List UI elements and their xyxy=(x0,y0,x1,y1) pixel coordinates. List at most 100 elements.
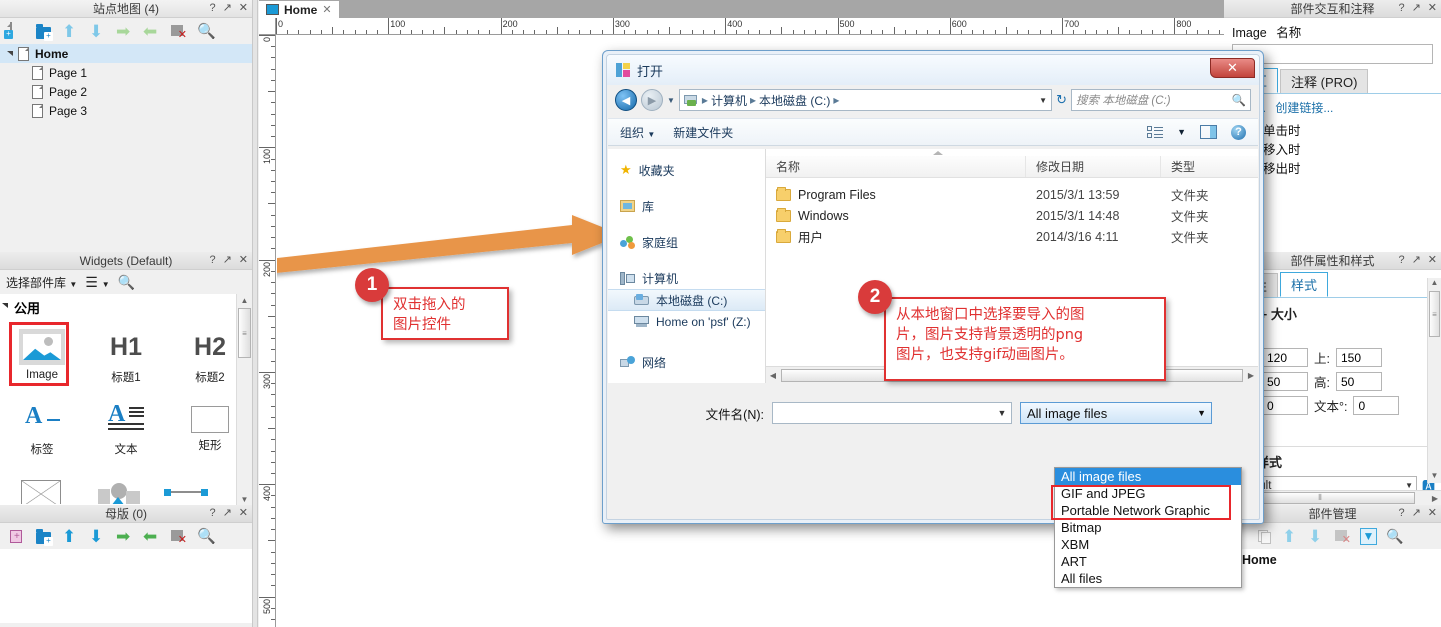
nav-home-on-psf-z[interactable]: Home on 'psf' (Z:) xyxy=(608,311,765,333)
breadcrumb-item-computer[interactable]: 计算机 xyxy=(711,92,747,109)
table-row[interactable]: Program Files 2015/3/1 13:59 文件夹 xyxy=(766,184,1258,205)
nav-library[interactable]: 库 xyxy=(608,195,765,217)
filename-input[interactable]: ▼ xyxy=(772,402,1012,424)
nav-homegroup[interactable]: 家庭组 xyxy=(608,231,765,253)
filetype-option-all-files[interactable]: All files xyxy=(1055,570,1241,587)
widget-item-label-widget[interactable]: A 标签 xyxy=(0,393,84,465)
scroll-down-icon[interactable]: ▼ xyxy=(237,493,252,505)
widget-item-h1[interactable]: H1 标题1 xyxy=(84,321,168,393)
indent-right-icon[interactable]: ➡ xyxy=(116,23,133,40)
widget-item-image[interactable]: Image xyxy=(0,321,84,393)
tree-item-page-2[interactable]: Page 2 xyxy=(0,82,252,101)
nav-local-disk-c[interactable]: 本地磁盘 (C:) xyxy=(608,289,765,311)
help-icon[interactable]: ? xyxy=(209,1,215,16)
column-header-type[interactable]: 类型 xyxy=(1161,156,1258,177)
field-width[interactable]: 50 xyxy=(1262,372,1308,391)
widget-manager-row[interactable]: Home xyxy=(1224,549,1441,567)
close-icon[interactable]: ✕ xyxy=(1428,506,1437,521)
delete-page-icon[interactable]: ✕ xyxy=(170,23,187,40)
breadcrumb-item-localdisk[interactable]: 本地磁盘 (C:) xyxy=(759,92,830,109)
event-onmouseleave[interactable]: 鼠标移出时 xyxy=(1238,160,1433,179)
filetype-option-bitmap[interactable]: Bitmap xyxy=(1055,519,1241,536)
filetype-option-all-image-files[interactable]: All image files xyxy=(1055,468,1241,485)
search-icon[interactable]: 🔍 xyxy=(118,274,135,291)
open-file-dialog[interactable]: 打开 ✕ ◀ ▶ ▼ ▸ 计算机 ▸ 本地磁盘 (C:) ▸ ▼ ↻ 搜索 本地… xyxy=(602,50,1264,524)
filter-icon[interactable]: ▼ xyxy=(1360,527,1377,545)
close-icon[interactable]: ✕ xyxy=(239,1,248,16)
close-icon[interactable]: ✕ xyxy=(1428,1,1437,16)
organize-button[interactable]: 组织 ▼ xyxy=(620,124,655,141)
move-down-icon[interactable]: ⬇ xyxy=(1308,528,1325,545)
tree-item-home[interactable]: Home xyxy=(0,44,252,63)
help-icon[interactable]: ? xyxy=(1398,1,1404,16)
nav-favorites[interactable]: ★ 收藏夹 xyxy=(608,159,765,181)
delete-master-icon[interactable]: ✕ xyxy=(170,528,187,545)
event-onmouseenter[interactable]: 鼠标移入时 xyxy=(1238,141,1433,160)
expand-icon[interactable]: ↗ xyxy=(1412,1,1421,16)
chevron-down-icon[interactable]: ▼ xyxy=(1197,408,1206,418)
field-left[interactable]: 120 xyxy=(1262,348,1308,367)
nav-back-button[interactable]: ◀ xyxy=(615,89,637,111)
dialog-titlebar[interactable]: 打开 ✕ xyxy=(607,55,1259,85)
move-down-icon[interactable]: ⬇ xyxy=(89,23,106,40)
expand-icon[interactable]: ↗ xyxy=(1412,506,1421,521)
field-rotate[interactable]: 0 xyxy=(1262,396,1308,415)
tab-style[interactable]: 样式 xyxy=(1280,272,1329,297)
search-icon[interactable]: 🔍 xyxy=(1386,528,1403,545)
add-folder-icon[interactable]: + xyxy=(35,23,53,41)
table-row[interactable]: Windows 2015/3/1 14:48 文件夹 xyxy=(766,205,1258,226)
expand-icon[interactable]: ↗ xyxy=(223,253,232,268)
placeholder-icon[interactable] xyxy=(21,480,61,504)
history-dropdown-icon[interactable]: ▼ xyxy=(667,96,675,105)
search-icon[interactable]: 🔍 xyxy=(1232,93,1246,107)
nav-forward-button[interactable]: ▶ xyxy=(641,89,663,111)
widgets-category-header[interactable]: 公用 xyxy=(0,294,252,321)
widgets-scrollbar[interactable]: ▲ ≡ ▼ xyxy=(236,294,252,505)
nav-network[interactable]: 网络 xyxy=(608,351,765,373)
preview-pane-icon[interactable] xyxy=(1200,125,1217,139)
help-icon[interactable]: ? xyxy=(209,506,215,521)
field-top[interactable]: 150 xyxy=(1335,348,1382,367)
view-list-icon[interactable] xyxy=(1147,125,1164,139)
refresh-icon[interactable]: ↻ xyxy=(1056,92,1067,108)
add-page-icon[interactable]: + xyxy=(4,21,25,40)
indent-left-icon[interactable]: ⬅ xyxy=(143,528,160,545)
help-icon[interactable]: ? xyxy=(1231,124,1246,140)
canvas-tab-home[interactable]: Home ✕ xyxy=(259,1,339,18)
scroll-right-icon[interactable]: ▶ xyxy=(1429,494,1441,503)
help-icon[interactable]: ? xyxy=(1398,253,1404,268)
column-header-modified[interactable]: 修改日期 xyxy=(1026,156,1161,177)
scroll-thumb[interactable]: ≡ xyxy=(238,308,251,358)
dialog-close-button[interactable]: ✕ xyxy=(1210,58,1255,78)
move-down-icon[interactable]: ⬇ xyxy=(89,528,106,545)
hamburger-icon[interactable]: ☰ ▼ xyxy=(85,274,109,291)
close-icon[interactable]: ✕ xyxy=(239,253,248,268)
expand-icon[interactable]: ↗ xyxy=(223,1,232,16)
create-link-link[interactable]: 创建链接... xyxy=(1275,101,1333,115)
column-header-name[interactable]: 名称 xyxy=(766,156,1026,177)
scroll-up-icon[interactable]: ▲ xyxy=(237,294,252,306)
expand-icon[interactable]: ↗ xyxy=(223,506,232,521)
close-icon[interactable]: ✕ xyxy=(239,506,248,521)
close-icon[interactable]: ✕ xyxy=(322,3,331,16)
field-text-rotate[interactable]: 0 xyxy=(1353,396,1400,415)
nav-computer[interactable]: 计算机 xyxy=(608,267,765,289)
tab-notes[interactable]: 注释 (PRO) xyxy=(1280,69,1369,93)
indent-left-icon[interactable]: ⬅ xyxy=(143,23,160,40)
left-splitter[interactable] xyxy=(252,0,258,627)
close-icon[interactable]: ✕ xyxy=(1428,253,1437,268)
masters-list[interactable] xyxy=(0,549,252,623)
duplicate-icon[interactable] xyxy=(1256,528,1273,545)
new-folder-button[interactable]: 新建文件夹 xyxy=(673,124,733,141)
filetype-combobox[interactable]: All image files ▼ xyxy=(1020,402,1212,424)
indent-right-icon[interactable]: ➡ xyxy=(116,528,133,545)
widget-item-text[interactable]: A 文本 xyxy=(84,393,168,465)
chevron-down-icon[interactable]: ▼ xyxy=(993,408,1011,418)
event-onclick[interactable]: 鼠标单击时 xyxy=(1238,122,1433,141)
move-up-icon[interactable]: ⬆ xyxy=(62,528,79,545)
filetype-option-xbm[interactable]: XBM xyxy=(1055,536,1241,553)
move-up-icon[interactable]: ⬆ xyxy=(1282,528,1299,545)
filetype-option-art[interactable]: ART xyxy=(1055,553,1241,570)
scroll-thumb[interactable]: ≡ xyxy=(1429,291,1440,337)
properties-vscrollbar[interactable]: ▲ ≡ ▼ xyxy=(1427,278,1441,483)
